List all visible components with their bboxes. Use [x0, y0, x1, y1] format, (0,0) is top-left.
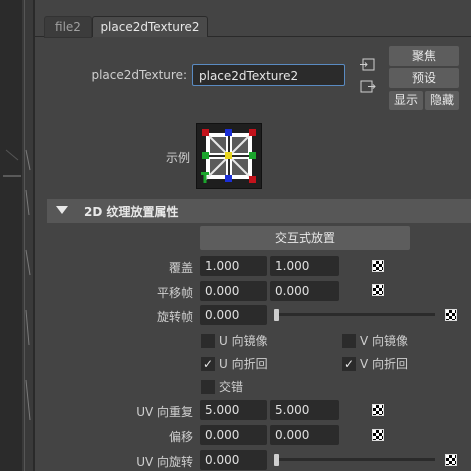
rotate-uv-label: UV 向旋转	[136, 455, 193, 469]
rotate-uv-field[interactable]: 0.000	[200, 450, 267, 470]
check-icon: ✓	[202, 357, 214, 371]
map-button-checker-icon[interactable]	[445, 309, 457, 321]
coverage-label: 覆盖	[168, 261, 193, 275]
offset-u-field[interactable]: 0.000	[200, 425, 267, 445]
show-button[interactable]: 显示	[389, 91, 423, 110]
rotate-uv-slider-track[interactable]	[275, 458, 435, 461]
repeat-v-field[interactable]: 5.000	[270, 400, 339, 420]
map-button-checker-icon[interactable]	[372, 284, 384, 296]
mirror-v-checkbox[interactable]	[342, 334, 356, 348]
section-title: 2D 纹理放置属性	[84, 205, 179, 219]
wrap-v-label: V 向折回	[360, 357, 409, 371]
sample-label: 示例	[166, 151, 191, 165]
map-button-checker-icon[interactable]	[372, 260, 384, 272]
rotate-frame-slider-thumb[interactable]	[274, 309, 279, 321]
wrap-v-checkbox[interactable]: ✓	[342, 357, 356, 371]
collapse-triangle-icon[interactable]	[56, 205, 68, 215]
left-panel-wires	[3, 149, 31, 421]
node-type-label: place2dTexture:	[91, 68, 187, 82]
coverage-v-field[interactable]: 1.000	[270, 256, 339, 276]
translate-frame-v-field[interactable]: 0.000	[270, 281, 339, 301]
hide-button[interactable]: 隐藏	[425, 91, 459, 110]
check-icon: ✓	[343, 357, 355, 371]
mirror-u-label: U 向镜像	[219, 334, 268, 348]
offset-v-field[interactable]: 0.000	[270, 425, 339, 445]
interactive-placement-button[interactable]: 交互式放置	[200, 226, 410, 250]
rotate-frame-field[interactable]: 0.000	[200, 305, 267, 325]
focus-button[interactable]: 聚焦	[389, 46, 459, 66]
output-connections-icon[interactable]	[360, 80, 376, 94]
wrap-u-checkbox[interactable]: ✓	[201, 357, 215, 371]
stagger-label: 交错	[219, 380, 244, 394]
translate-frame-u-field[interactable]: 0.000	[200, 281, 267, 301]
input-connections-icon[interactable]	[360, 58, 376, 72]
wrap-u-label: U 向折回	[219, 357, 268, 371]
node-name-input[interactable]: place2dTexture2	[192, 64, 345, 86]
tab-file2[interactable]: file2	[44, 16, 92, 38]
translate-frame-label: 平移帧	[156, 286, 193, 300]
rotate-uv-slider-thumb[interactable]	[274, 454, 279, 466]
tab-place2dtexture2[interactable]: place2dTexture2	[92, 16, 208, 37]
presets-button[interactable]: 预设	[389, 68, 459, 88]
map-button-checker-icon[interactable]	[372, 404, 384, 416]
map-button-checker-icon[interactable]	[445, 454, 457, 466]
offset-label: 偏移	[168, 430, 193, 444]
map-button-checker-icon[interactable]	[372, 429, 384, 441]
place2d-placement-icon	[201, 129, 256, 183]
texture-sample-swatch	[196, 123, 262, 189]
repeat-u-field[interactable]: 5.000	[200, 400, 267, 420]
repeat-uv-label: UV 向重复	[136, 405, 193, 419]
mirror-u-checkbox[interactable]	[201, 334, 215, 348]
rotate-frame-slider-track[interactable]	[275, 313, 435, 316]
rotate-frame-label: 旋转帧	[156, 310, 193, 324]
stagger-checkbox[interactable]	[201, 380, 215, 394]
mirror-v-label: V 向镜像	[360, 334, 409, 348]
coverage-u-field[interactable]: 1.000	[200, 256, 267, 276]
